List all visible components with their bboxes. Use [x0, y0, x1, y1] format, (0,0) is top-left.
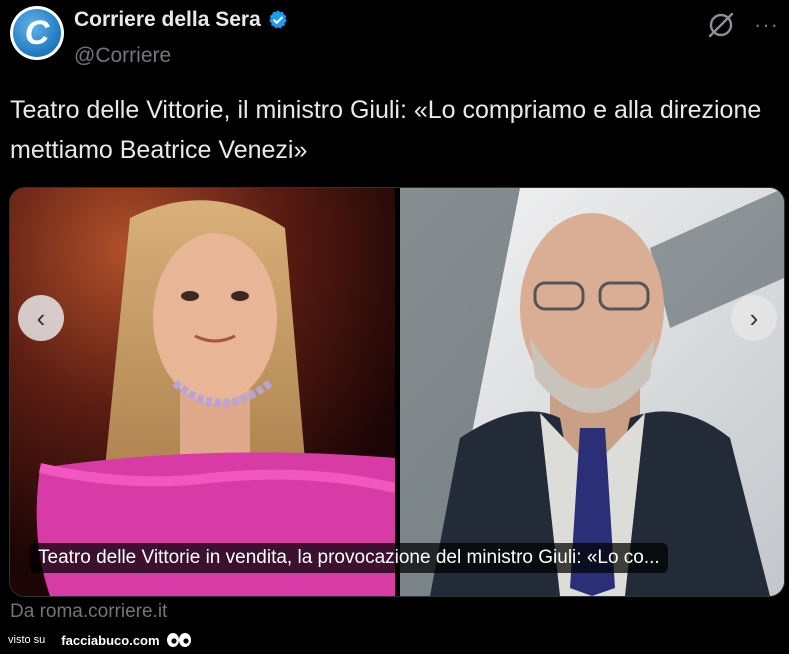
more-options-icon[interactable]: ··· — [754, 14, 779, 36]
post-text: Teatro delle Vittorie, il ministro Giuli… — [10, 96, 762, 164]
author-name-row: Corriere della Sera — [74, 8, 289, 32]
woman-photo-illustration — [10, 188, 395, 596]
link-preview-card[interactable]: ‹ › Teatro delle Vittorie in vendita, la… — [9, 187, 785, 597]
carousel-next-button[interactable]: › — [731, 295, 777, 341]
author-handle[interactable]: @Corriere — [74, 44, 171, 68]
post-header: C Corriere della Sera @Corriere ··· — [10, 6, 779, 70]
watermark-brand: facciabuco.com — [61, 632, 160, 648]
header-actions: ··· — [706, 10, 779, 40]
corriere-logo-icon: C — [13, 9, 61, 57]
link-preview-title[interactable]: Teatro delle Vittorie in vendita, la pro… — [30, 543, 668, 573]
grok-icon[interactable] — [706, 10, 736, 40]
photo-man-suit — [400, 188, 784, 596]
avatar[interactable]: C — [10, 6, 64, 60]
man-photo-illustration — [400, 188, 784, 596]
eyes-logo-icon — [166, 633, 191, 647]
author-display-name[interactable]: Corriere della Sera — [74, 8, 261, 32]
carousel-prev-button[interactable]: ‹ — [18, 295, 64, 341]
verified-badge-icon — [269, 10, 287, 29]
link-source-domain[interactable]: Da roma.corriere.it — [10, 601, 167, 623]
watermark: visto su facciabuco.com — [8, 630, 192, 650]
watermark-prefix: visto su — [8, 634, 46, 646]
photo-woman-pink-dress — [10, 188, 395, 596]
